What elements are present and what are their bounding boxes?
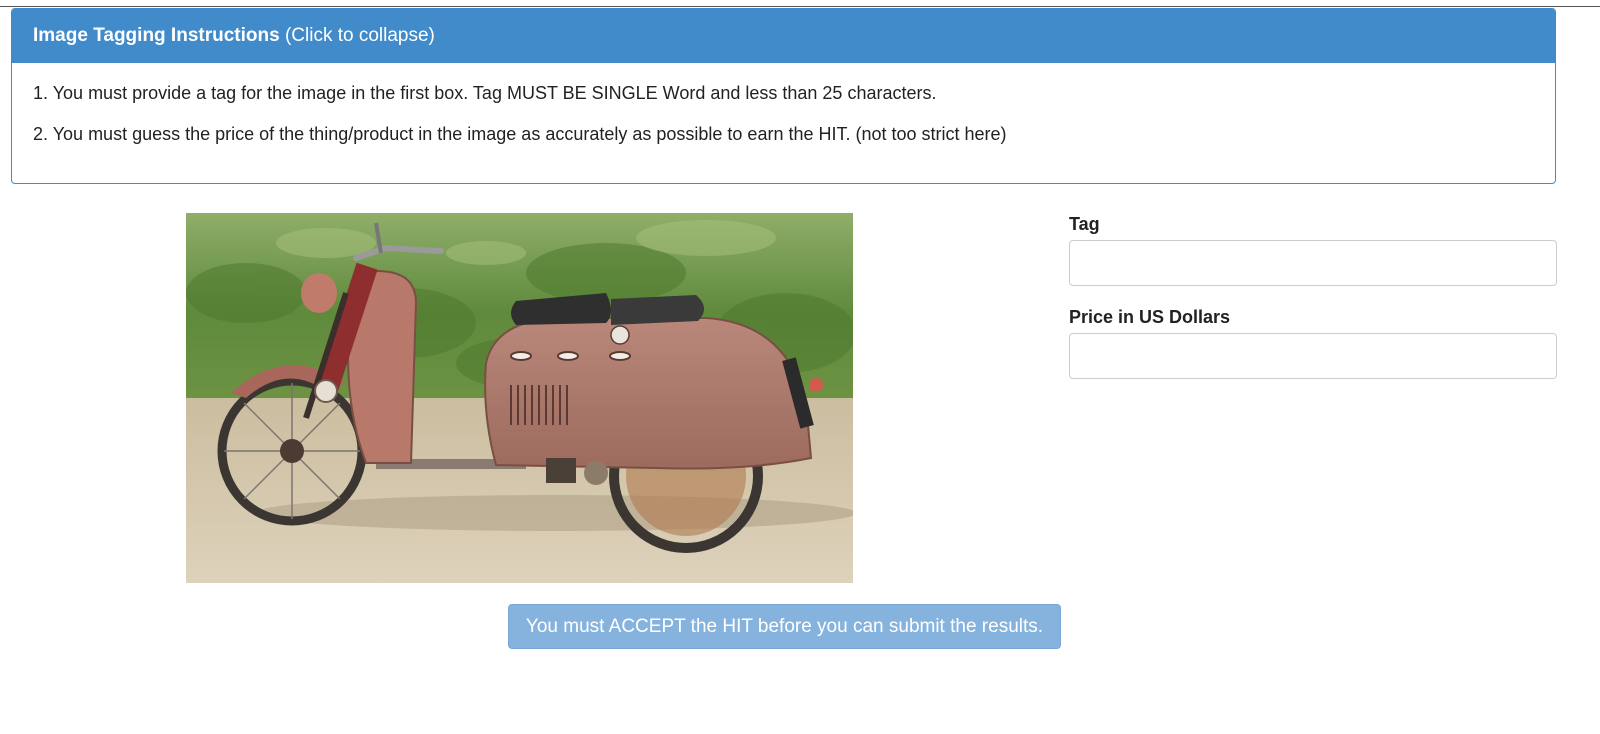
price-label: Price in US Dollars [1069, 307, 1231, 327]
instruction-item: 2. You must guess the price of the thing… [33, 124, 1007, 144]
tag-label: Tag [1069, 214, 1100, 234]
instructions-panel-header[interactable]: Image Tagging Instructions (Click to col… [12, 9, 1555, 63]
product-image [186, 213, 853, 583]
price-input[interactable] [1069, 333, 1557, 379]
top-divider [0, 6, 1600, 7]
submit-button[interactable]: You must ACCEPT the HIT before you can s… [508, 604, 1061, 649]
tag-input[interactable] [1069, 240, 1557, 286]
collapse-hint: (Click to collapse) [284, 25, 435, 46]
instructions-body: 1. You must provide a tag for the image … [12, 63, 1555, 145]
instruction-item: 1. You must provide a tag for the image … [33, 83, 937, 103]
instructions-panel: Image Tagging Instructions (Click to col… [11, 8, 1556, 184]
instructions-title: Image Tagging Instructions [33, 25, 280, 46]
